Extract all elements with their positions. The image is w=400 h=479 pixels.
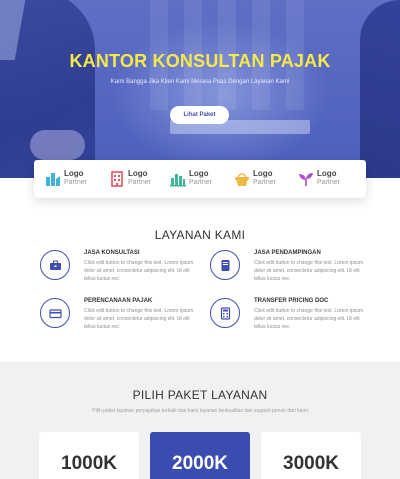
partner-logo-4[interactable]: Logo Partner [234, 169, 294, 191]
service-item-perencanaan: PERENCANAAN PAJAK Click edit button to c… [40, 298, 200, 358]
briefcase-icon [50, 260, 61, 270]
pricing-section-subtitle: Pilih paket layanan perpajakan terbaik d… [92, 408, 308, 414]
service-icon-circle [210, 250, 240, 280]
book-icon [221, 260, 230, 271]
price-amount: 1000K [61, 453, 117, 474]
city-skyline-icon [170, 174, 186, 187]
sprout-icon [299, 173, 313, 186]
building-blocks-icon [46, 173, 60, 186]
view-packages-button[interactable]: Lihat Paket [170, 106, 229, 124]
hero-person-hand [30, 130, 85, 160]
partner-logo-title: Logo [64, 169, 84, 178]
partner-logo-1[interactable]: Logo Partner [45, 169, 105, 191]
pricing-card-1000k[interactable]: 1000K [39, 432, 139, 479]
service-description: Click edit button to change this text. L… [84, 260, 194, 282]
service-title: JASA KONSULTASI [84, 250, 140, 256]
partner-logo-5[interactable]: Logo Partner [298, 169, 358, 191]
partner-logo-2[interactable]: Logo Partner [109, 169, 169, 191]
price-amount: 3000K [283, 453, 339, 474]
pricing-section-title: PILIH PAKET LAYANAN [132, 388, 268, 402]
calculator-icon [220, 307, 231, 320]
partner-logo-title: Logo [253, 169, 273, 178]
hero-person-left-image [0, 0, 95, 178]
service-icon-circle [40, 250, 70, 280]
service-description: Click edit button to change this text. L… [254, 260, 364, 282]
partner-logo-sub: Partner [64, 179, 87, 186]
hero-subtitle: Kami Bangga Jika Klien Kami Merasa Puas … [110, 79, 290, 85]
partner-logo-sub: Partner [317, 179, 340, 186]
basket-icon [235, 173, 249, 186]
service-item-transfer-pricing: TRANSFER PRICING DOC Click edit button t… [210, 298, 370, 358]
partner-logo-sub: Partner [128, 179, 151, 186]
service-title: PERENCANAAN PAJAK [84, 298, 153, 304]
service-icon-circle [210, 298, 240, 328]
partner-logo-title: Logo [317, 169, 337, 178]
service-title: TRANSFER PRICING DOC [254, 298, 329, 304]
hero-title: KANTOR KONSULTAN PAJAK [69, 51, 331, 71]
partner-logo-title: Logo [128, 169, 148, 178]
pricing-card-3000k[interactable]: 3000K [261, 432, 361, 479]
price-amount: 2000K [172, 453, 228, 474]
partner-logo-sub: Partner [189, 179, 212, 186]
service-description: Click edit button to change this text. L… [84, 308, 194, 330]
service-icon-circle [40, 298, 70, 328]
tower-building-icon [111, 171, 123, 187]
service-description: Click edit button to change this text. L… [254, 308, 364, 330]
partner-logo-3[interactable]: Logo Partner [170, 169, 230, 191]
partner-logo-sub: Partner [253, 179, 276, 186]
credit-card-icon [49, 309, 62, 319]
services-section-title: LAYANAN KAMI [154, 228, 246, 242]
hero-banner [0, 0, 400, 178]
service-title: JASA PENDAMPINGAN [254, 250, 321, 256]
pricing-card-2000k[interactable]: 2000K [150, 432, 250, 479]
partner-logo-strip: Logo Partner Logo Partner Logo Partner L… [34, 160, 366, 198]
partner-logo-title: Logo [189, 169, 209, 178]
hero-person-right-image [360, 0, 400, 178]
